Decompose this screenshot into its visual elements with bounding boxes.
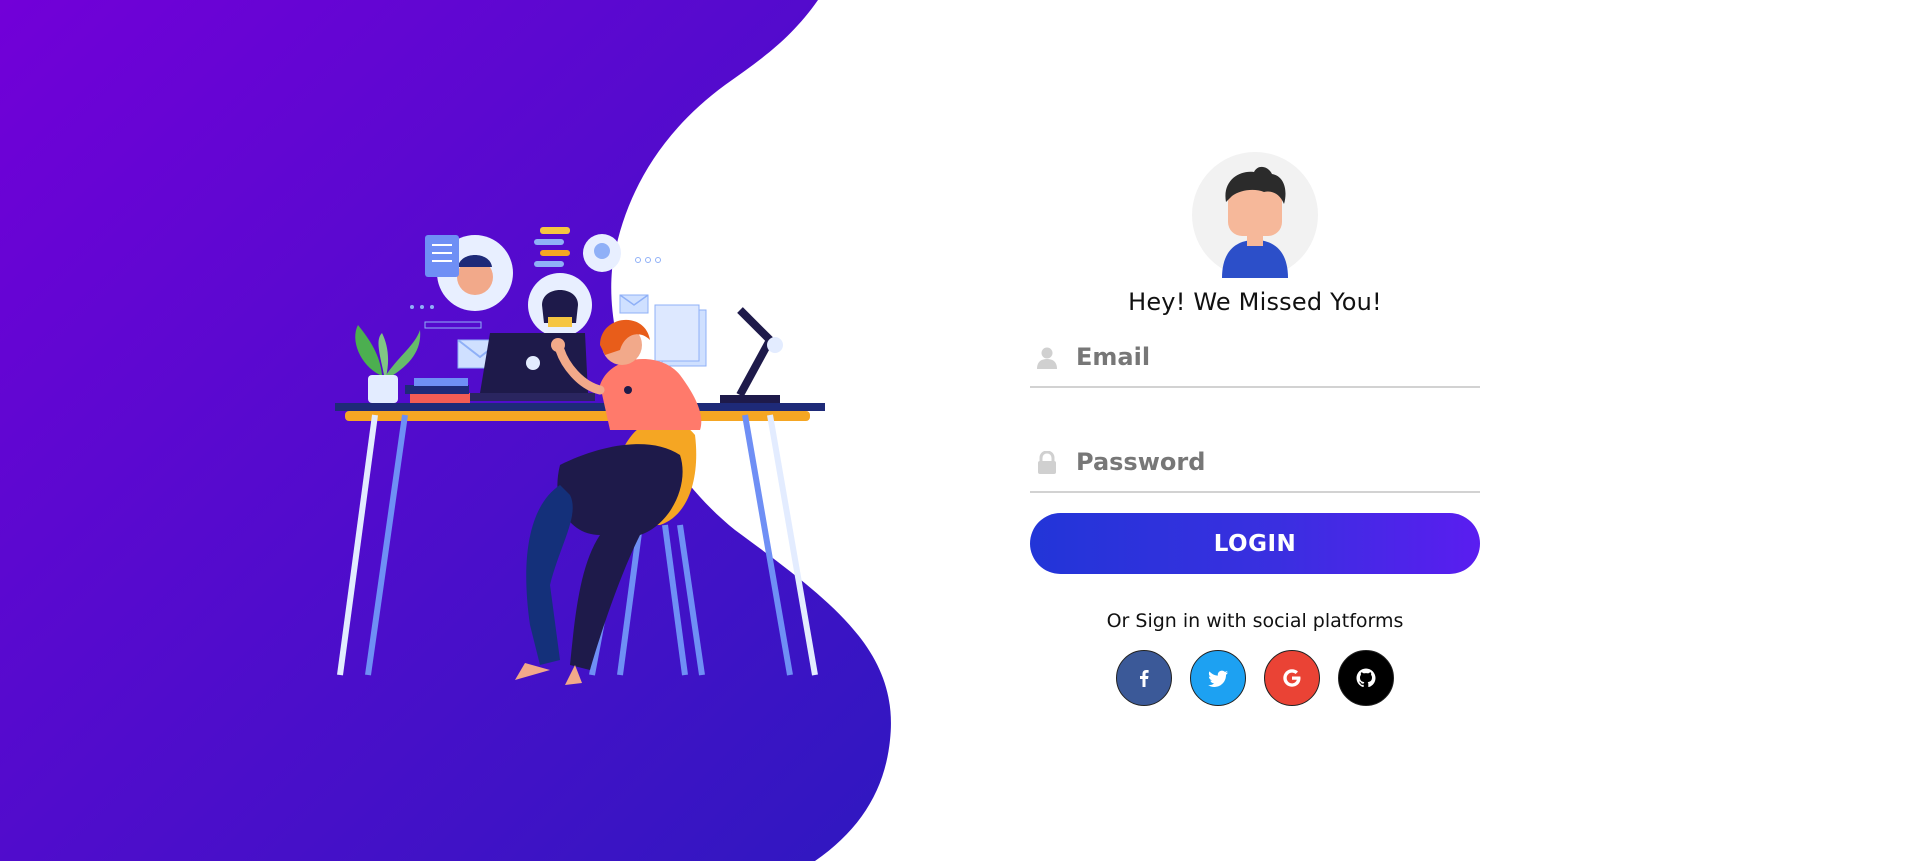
twitter-icon xyxy=(1208,670,1228,687)
lock-icon xyxy=(1038,451,1056,474)
password-field-row xyxy=(1030,435,1480,493)
google-icon xyxy=(1283,669,1301,687)
github-icon xyxy=(1356,668,1376,688)
greeting-heading: Hey! We Missed You! xyxy=(1128,288,1382,316)
background-wave xyxy=(0,0,891,861)
email-input[interactable] xyxy=(1076,330,1476,384)
login-page: Hey! We Missed You! LOGIN Or Sign in wit… xyxy=(0,0,1907,861)
plant-icon xyxy=(355,325,382,375)
facebook-button[interactable] xyxy=(1116,650,1172,706)
social-buttons xyxy=(1030,650,1480,706)
user-avatar-icon xyxy=(1192,152,1318,278)
user-icon xyxy=(1037,347,1057,369)
github-button[interactable] xyxy=(1338,650,1394,706)
google-button[interactable] xyxy=(1264,650,1320,706)
desk xyxy=(335,403,825,411)
twitter-button[interactable] xyxy=(1190,650,1246,706)
login-form: Hey! We Missed You! LOGIN Or Sign in wit… xyxy=(1030,152,1480,706)
facebook-icon xyxy=(1140,670,1149,687)
email-field-row xyxy=(1030,330,1480,388)
workspace-illustration xyxy=(335,227,825,685)
password-input[interactable] xyxy=(1076,435,1476,489)
woman-figure xyxy=(600,358,702,430)
chat-document-icon xyxy=(425,235,459,277)
login-button[interactable]: LOGIN xyxy=(1030,513,1480,574)
social-signin-text: Or Sign in with social platforms xyxy=(1106,610,1404,632)
